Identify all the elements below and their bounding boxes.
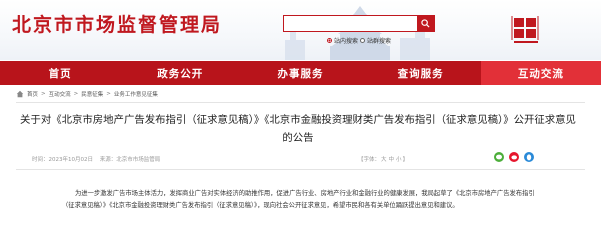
search-box: [283, 15, 435, 32]
wechat-icon[interactable]: [494, 152, 504, 162]
breadcrumb-current[interactable]: 业务工作意见征集: [114, 90, 158, 98]
breadcrumb-home[interactable]: 首页: [27, 90, 38, 98]
article-title: 关于对《北京市房地产广告发布指引（征求意见稿）》《北京市金融投资理财类广告发布指…: [20, 114, 576, 144]
breadcrumb-separator: >: [106, 91, 111, 97]
qq-icon[interactable]: [524, 152, 534, 162]
radio-icon: [360, 38, 365, 43]
divider: [16, 102, 585, 103]
font-size-small[interactable]: 小: [396, 157, 402, 163]
scope-label: 站群搜索: [367, 38, 392, 45]
scope-site-search[interactable]: 站内搜索: [327, 36, 358, 45]
breadcrumb-separator: >: [73, 91, 79, 97]
article-paragraph: 为进一步激发广告市场主体活力，发挥商业广告对实体经济的助推作用，促进广告行业、房…: [62, 190, 535, 209]
breadcrumb-interaction[interactable]: 互动交流: [49, 90, 71, 98]
nav-item-interaction[interactable]: 互动交流: [480, 61, 601, 85]
article-body: 为进一步激发广告市场主体活力，发挥商业广告对实体经济的助推作用，促进广告行业、房…: [62, 188, 542, 212]
font-size-large[interactable]: 大: [381, 157, 387, 163]
article-date: 时间：2023年10月02日: [32, 157, 93, 163]
search-icon: [421, 19, 430, 28]
search-input[interactable]: [284, 16, 418, 31]
font-size-close: 】: [402, 157, 409, 163]
search-button[interactable]: [417, 16, 434, 31]
nav-item-home[interactable]: 首页: [0, 61, 120, 85]
font-size-medium[interactable]: 中: [389, 157, 395, 163]
beijing-emblem-icon: [511, 16, 539, 43]
site-title: 北京市市场监督管理局: [12, 14, 223, 36]
divider: [16, 169, 585, 170]
radio-icon-selected: [327, 38, 332, 43]
weibo-icon[interactable]: [509, 152, 519, 162]
share-bar: [494, 152, 534, 162]
article-meta: 时间：2023年10月02日 来源：北京市市场监管局: [32, 155, 165, 163]
breadcrumb: 首页 > 互动交流 > 民意征集 > 业务工作意见征集: [16, 88, 158, 100]
breadcrumb-opinion[interactable]: 民意征集: [81, 90, 103, 98]
font-size-control: 【字体：大中小】: [358, 155, 408, 163]
breadcrumb-separator: >: [41, 91, 46, 97]
nav-item-gov-affairs[interactable]: 政务公开: [120, 61, 240, 85]
nav-item-query[interactable]: 查询服务: [361, 61, 481, 85]
nav-item-services[interactable]: 办事服务: [240, 61, 360, 85]
site-header: 北京市市场监督管理局 站内搜索 站群搜索: [0, 0, 601, 60]
home-icon: [16, 90, 24, 98]
main-nav: 首页 政务公开 办事服务 查询服务 互动交流: [0, 61, 601, 85]
font-size-label: 【字体：: [358, 157, 381, 163]
scope-group-search[interactable]: 站群搜索: [360, 36, 391, 45]
scope-label: 站内搜索: [334, 38, 359, 45]
article-source: 来源：北京市市场监管局: [99, 157, 161, 163]
